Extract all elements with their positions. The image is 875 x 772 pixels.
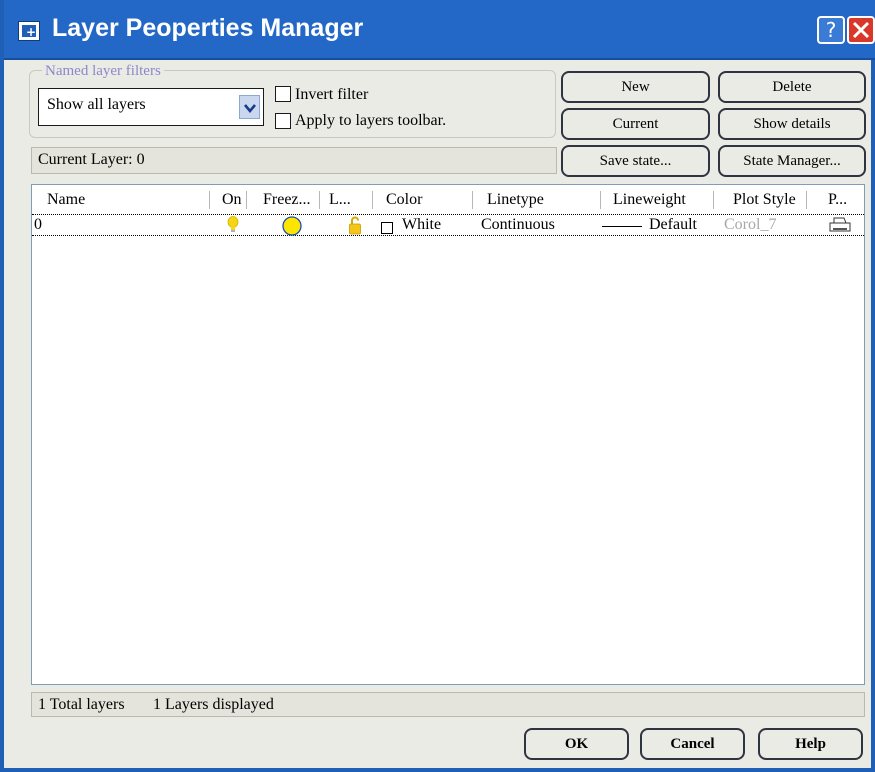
column-divider[interactable] [372, 191, 373, 209]
table-row[interactable]: 0 White Continuous Default Corol_7 [32, 214, 864, 236]
new-button[interactable]: New [561, 71, 710, 103]
ok-button-label: OK [564, 736, 589, 752]
show-details-button[interactable]: Show details [718, 108, 866, 140]
column-header-linetype[interactable]: Linetype [487, 191, 544, 209]
delete-button-label: Delete [772, 79, 812, 95]
ok-button[interactable]: OK [524, 728, 629, 760]
layer-plot-style: Corol_7 [724, 216, 777, 233]
column-header-lock[interactable]: L... [329, 191, 351, 209]
app-icon: + [18, 21, 40, 41]
state-manager-button-label: State Manager... [743, 153, 841, 169]
column-divider[interactable] [713, 191, 714, 209]
title-bar[interactable]: + Layer Peoperties Manager ? [4, 0, 875, 60]
lightbulb-on-icon[interactable] [227, 216, 239, 239]
current-layer-display: Current Layer: 0 [31, 147, 557, 174]
close-icon[interactable] [847, 16, 875, 44]
column-divider[interactable] [600, 191, 601, 209]
printer-icon[interactable] [828, 216, 852, 239]
help-button-label: Help [795, 736, 826, 752]
save-state-button[interactable]: Save state... [561, 145, 710, 177]
padlock-unlocked-icon[interactable] [348, 216, 362, 240]
column-header-freeze[interactable]: Freez... [263, 191, 311, 209]
layer-linetype[interactable]: Continuous [481, 216, 555, 234]
window-title: Layer Peoperties Manager [52, 14, 364, 42]
current-layer-text: Current Layer: 0 [38, 151, 145, 168]
chevron-down-icon[interactable] [239, 95, 260, 119]
displayed-layers-count: 1 Layers displayed [153, 696, 274, 713]
help-icon[interactable]: ? [817, 16, 845, 44]
column-divider[interactable] [246, 191, 247, 209]
lineweight-sample [602, 226, 642, 227]
column-header-plot-style[interactable]: Plot Style [733, 191, 796, 209]
total-layers-count: 1 Total layers [38, 696, 125, 713]
column-divider[interactable] [472, 191, 473, 209]
column-divider[interactable] [806, 191, 807, 209]
invert-filter-checkbox[interactable] [275, 86, 291, 102]
layer-properties-dialog: + Layer Peoperties Manager ? Named layer… [0, 0, 875, 772]
delete-button[interactable]: Delete [718, 71, 866, 103]
cancel-button-label: Cancel [670, 736, 715, 752]
sun-thawed-icon[interactable] [282, 216, 302, 241]
cancel-button[interactable]: Cancel [640, 728, 745, 760]
apply-toolbar-label: Apply to layers toolbar. [295, 112, 447, 129]
current-button[interactable]: Current [561, 108, 710, 140]
new-button-label: New [621, 79, 650, 95]
column-header-on[interactable]: On [222, 191, 242, 209]
column-header-lineweight[interactable]: Lineweight [613, 191, 686, 209]
column-divider[interactable] [209, 191, 210, 209]
layer-list[interactable]: Name On Freez... L... Color Linetype Lin… [31, 184, 865, 685]
show-details-button-label: Show details [753, 116, 831, 132]
save-state-button-label: Save state... [599, 153, 672, 169]
layer-color[interactable]: White [402, 216, 441, 234]
column-divider[interactable] [319, 191, 320, 209]
layer-filter-dropdown[interactable]: Show all layers [38, 88, 264, 126]
current-button-label: Current [612, 116, 659, 132]
filter-selected-value: Show all layers [47, 96, 146, 113]
apply-toolbar-checkbox[interactable] [275, 113, 291, 129]
layer-lineweight[interactable]: Default [649, 216, 697, 234]
filters-legend: Named layer filters [42, 63, 164, 80]
help-button[interactable]: Help [758, 728, 863, 760]
status-bar: 1 Total layers 1 Layers displayed [31, 692, 865, 717]
invert-filter-label: Invert filter [295, 86, 369, 103]
state-manager-button[interactable]: State Manager... [718, 145, 866, 177]
column-header-plot[interactable]: P... [828, 191, 847, 209]
color-swatch[interactable] [381, 222, 393, 234]
column-header-name[interactable]: Name [47, 191, 85, 209]
column-header-color[interactable]: Color [386, 191, 422, 209]
layer-name[interactable]: 0 [34, 216, 42, 234]
